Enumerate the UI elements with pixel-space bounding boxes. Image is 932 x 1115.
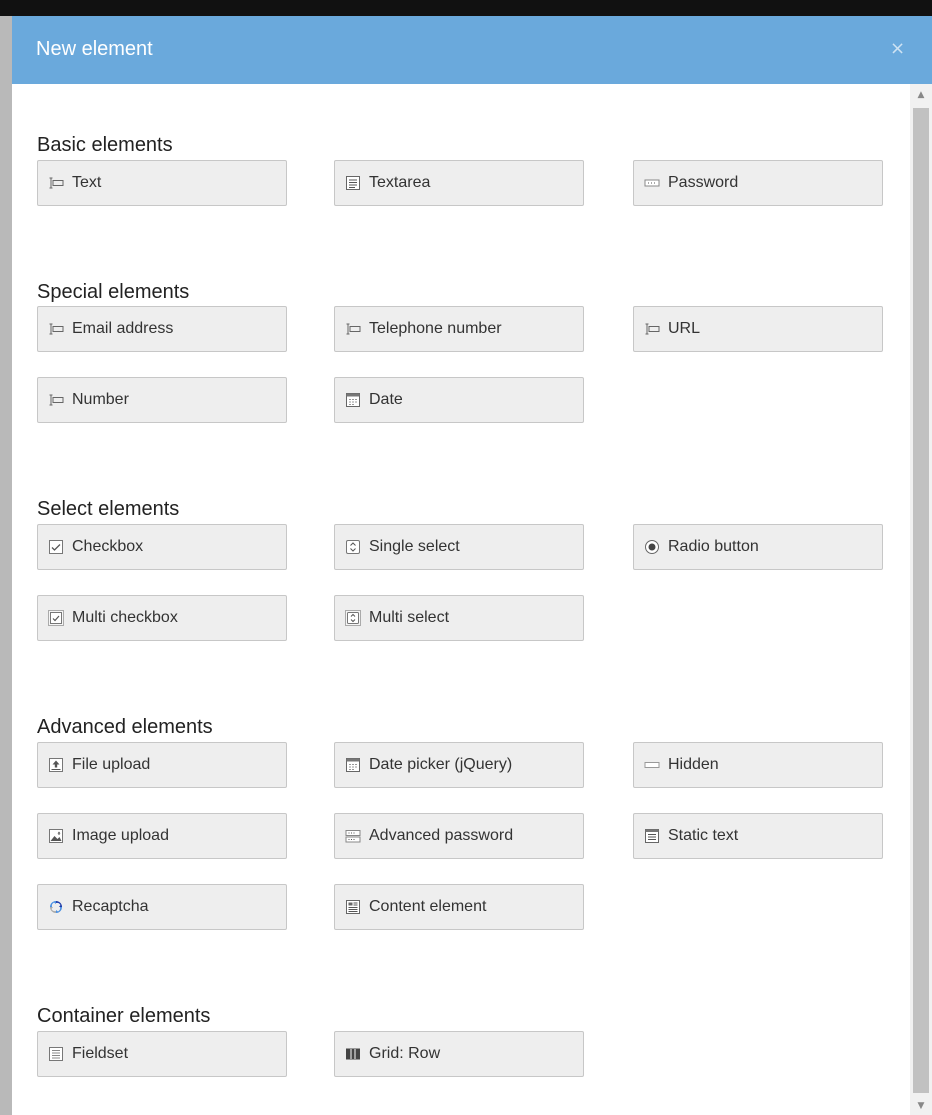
element-button-label: Grid: Row <box>369 1045 441 1062</box>
element-button-label: URL <box>668 320 701 337</box>
element-button-label: Date picker (jQuery) <box>369 756 513 773</box>
element-button-telephone[interactable]: Telephone number <box>334 306 584 352</box>
element-button-fieldset[interactable]: Fieldset <box>37 1031 287 1077</box>
scroll-thumb[interactable] <box>913 108 929 1093</box>
element-button-single-select[interactable]: Single select <box>334 524 584 570</box>
element-button-label: Image upload <box>72 827 169 844</box>
recaptcha-icon <box>50 901 62 913</box>
multi-select-icon <box>345 610 361 626</box>
select-icon <box>346 540 360 554</box>
password-icon <box>644 179 660 187</box>
modal-body: Basic elements Text Textarea Password Sp… <box>12 84 908 1115</box>
element-button-label: Email address <box>72 320 174 337</box>
text-field-icon <box>49 177 64 189</box>
element-button-label: Date <box>369 391 403 408</box>
advanced-password-icon <box>345 830 361 843</box>
image-upload-icon <box>49 829 63 843</box>
element-button-label: Multi select <box>369 609 450 626</box>
calendar-icon <box>346 758 360 772</box>
static-text-icon <box>645 829 659 843</box>
text-field-icon <box>49 394 64 406</box>
text-field-icon <box>49 323 64 335</box>
element-button-label: Radio button <box>668 538 759 555</box>
element-button-textarea[interactable]: Textarea <box>334 160 584 206</box>
element-button-label: Hidden <box>668 756 719 773</box>
element-button-label: File upload <box>72 756 151 773</box>
element-button-content-element[interactable]: Content element <box>334 884 584 930</box>
section-title-container: Container elements <box>37 1005 211 1027</box>
element-button-label: Advanced password <box>369 827 514 844</box>
element-button-label: Content element <box>369 898 487 915</box>
section-title-advanced: Advanced elements <box>37 716 213 738</box>
content-element-icon <box>346 900 360 914</box>
element-button-multi-select[interactable]: Multi select <box>334 595 584 641</box>
element-button-date-picker[interactable]: Date picker (jQuery) <box>334 742 584 788</box>
element-button-label: Telephone number <box>369 320 502 337</box>
element-button-hidden[interactable]: Hidden <box>633 742 883 788</box>
element-button-radio[interactable]: Radio button <box>633 524 883 570</box>
element-button-file-upload[interactable]: File upload <box>37 742 287 788</box>
element-button-label: Text <box>72 174 102 191</box>
element-button-label: Checkbox <box>72 538 144 555</box>
element-button-label: Password <box>668 174 739 191</box>
element-button-password[interactable]: Password <box>633 160 883 206</box>
modal-title: New element <box>36 38 153 60</box>
modal-header: New element × <box>12 16 932 84</box>
element-button-advanced-password[interactable]: Advanced password <box>334 813 584 859</box>
background-top-bar <box>0 0 932 16</box>
element-button-label: Multi checkbox <box>72 609 178 626</box>
element-button-label: Number <box>72 391 129 408</box>
radio-icon <box>645 540 659 554</box>
new-element-modal: New element × ▲ ▼ Basic elements Text Te… <box>12 16 932 1115</box>
element-button-date[interactable]: Date <box>334 377 584 423</box>
element-button-number[interactable]: Number <box>37 377 287 423</box>
fieldset-icon <box>49 1047 63 1061</box>
file-upload-icon <box>49 758 63 772</box>
element-button-label: Recaptcha <box>72 898 149 915</box>
section-title-special: Special elements <box>37 281 190 303</box>
element-button-image-upload[interactable]: Image upload <box>37 813 287 859</box>
scrollbar[interactable]: ▲ ▼ <box>910 84 932 1115</box>
grid-row-icon <box>346 1048 360 1060</box>
element-button-label: Static text <box>668 827 739 844</box>
scroll-down-arrow-icon[interactable]: ▼ <box>910 1097 932 1115</box>
element-button-email[interactable]: Email address <box>37 306 287 352</box>
calendar-icon <box>346 393 360 407</box>
text-field-icon <box>645 323 660 335</box>
element-button-text[interactable]: Text <box>37 160 287 206</box>
scroll-up-arrow-icon[interactable]: ▲ <box>910 86 932 104</box>
close-button[interactable]: × <box>890 38 905 60</box>
text-field-icon <box>346 323 361 335</box>
element-button-static-text[interactable]: Static text <box>633 813 883 859</box>
element-button-checkbox[interactable]: Checkbox <box>37 524 287 570</box>
element-button-label: Textarea <box>369 174 431 191</box>
element-button-multi-checkbox[interactable]: Multi checkbox <box>37 595 287 641</box>
checkbox-icon <box>49 540 63 554</box>
element-button-label: Fieldset <box>72 1045 129 1062</box>
background-left-strip <box>0 16 12 1115</box>
textarea-icon <box>346 176 360 190</box>
section-title-select: Select elements <box>37 498 180 520</box>
element-button-recaptcha[interactable]: Recaptcha <box>37 884 287 930</box>
hidden-field-icon <box>644 762 660 768</box>
element-button-label: Single select <box>369 538 460 555</box>
element-button-url[interactable]: URL <box>633 306 883 352</box>
section-title-basic: Basic elements <box>37 134 173 156</box>
element-button-grid-row[interactable]: Grid: Row <box>334 1031 584 1077</box>
multi-checkbox-icon <box>48 610 64 626</box>
